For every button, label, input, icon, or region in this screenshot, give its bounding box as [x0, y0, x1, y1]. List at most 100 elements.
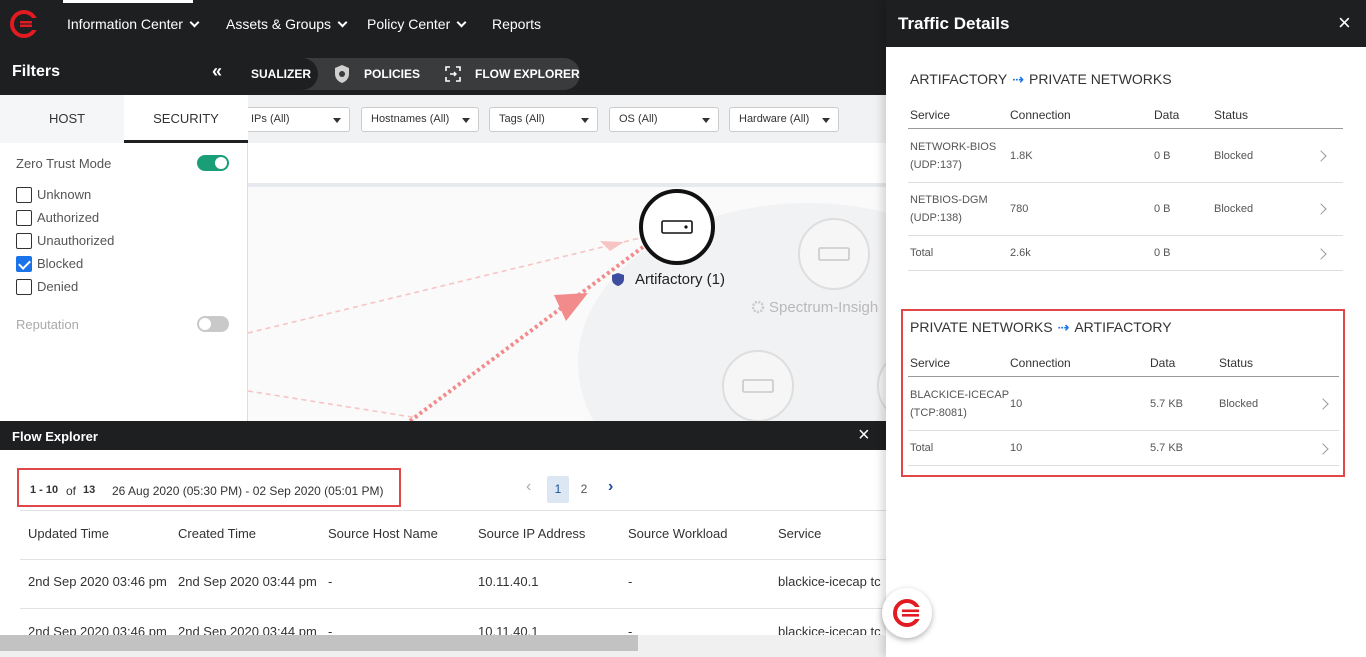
- checkbox-box[interactable]: [16, 279, 32, 295]
- col-service: Service: [910, 108, 951, 122]
- caret-down-icon: [333, 118, 341, 123]
- caret-down-icon: [462, 118, 470, 123]
- col-updated-time[interactable]: Updated Time: [28, 526, 109, 541]
- dropdown-label: Hostnames (All): [371, 113, 450, 125]
- tab-host[interactable]: HOST: [5, 95, 129, 143]
- checkbox-label: Unknown: [37, 187, 92, 202]
- collapse-icon[interactable]: «: [212, 61, 222, 82]
- scrollbar-thumb[interactable]: [0, 635, 638, 651]
- hardware-dropdown[interactable]: Hardware (All): [729, 107, 839, 132]
- status: Blocked: [1214, 150, 1254, 162]
- checkbox-box[interactable]: [16, 210, 32, 226]
- flow-icon: [445, 66, 461, 82]
- col-source-ip-address[interactable]: Source IP Address: [478, 526, 585, 541]
- col-source-host-name[interactable]: Source Host Name: [328, 526, 438, 541]
- status: Blocked: [1214, 203, 1254, 215]
- chevron-down-icon: [456, 17, 467, 28]
- hostnames-dropdown[interactable]: Hostnames (All): [361, 107, 479, 132]
- cell-created-time: 2nd Sep 2020 03:44 pm: [178, 574, 317, 589]
- zero-trust-label: Zero Trust Mode: [16, 156, 112, 171]
- page-2-button[interactable]: 2: [573, 476, 595, 503]
- nav-label: Policy Center: [367, 16, 451, 32]
- nav-label: Information Center: [67, 16, 183, 32]
- top-nav: Information Center Assets & Groups Polic…: [0, 0, 886, 47]
- tab-security[interactable]: SECURITY: [124, 95, 248, 143]
- chevron-down-icon: [189, 17, 200, 28]
- checkbox-box[interactable]: [16, 187, 32, 203]
- zero-trust-toggle[interactable]: [197, 155, 229, 171]
- filters-title: Filters: [12, 63, 61, 80]
- service-port: (UDP:137): [910, 159, 962, 171]
- total-label: Total: [910, 442, 934, 454]
- connection-count: 780: [1010, 203, 1029, 215]
- app-logo-icon[interactable]: [10, 10, 38, 38]
- header-divider: [908, 128, 1343, 129]
- os-dropdown[interactable]: OS (All): [609, 107, 719, 132]
- source-name: ARTIFACTORY: [910, 71, 1008, 87]
- dropdown-label: Tags (All): [499, 113, 545, 125]
- tab-visualizer[interactable]: SUALIZER: [251, 58, 311, 90]
- support-fab[interactable]: [882, 588, 932, 638]
- table-divider: [20, 559, 886, 560]
- total-data: 0 B: [1154, 247, 1171, 259]
- filter-tabs: HOST SECURITY: [0, 95, 248, 143]
- cell-source-host: -: [328, 574, 333, 589]
- next-page-icon[interactable]: ›: [608, 478, 613, 496]
- nav-assets-groups[interactable]: Assets & Groups: [226, 0, 348, 47]
- range-of: of: [66, 484, 77, 498]
- chevron-down-icon: [337, 17, 348, 28]
- status: Blocked: [1219, 398, 1259, 410]
- caret-down-icon: [822, 118, 830, 123]
- data-size: 0 B: [1154, 150, 1171, 162]
- traffic-details-title: Traffic Details: [898, 14, 1010, 33]
- app-logo-icon: [893, 599, 921, 627]
- nav-reports[interactable]: Reports: [492, 0, 541, 47]
- dropdown-label: Hardware (All): [739, 113, 810, 125]
- service-name: BLACKICE-ICECAP: [910, 389, 1010, 401]
- page-1-button[interactable]: 1: [547, 476, 569, 503]
- service-port: (TCP:8081): [910, 407, 967, 419]
- checkbox-box[interactable]: [16, 233, 32, 249]
- cell-source-ip: 10.11.40.1: [478, 574, 539, 589]
- filters-panel: HOST SECURITY Zero Trust Mode Unknown Au…: [0, 95, 248, 421]
- col-status: Status: [1214, 108, 1249, 122]
- service-name: NETWORK-BIOS: [910, 141, 997, 153]
- row-divider: [908, 465, 1339, 466]
- tab-policies[interactable]: POLICIES: [364, 58, 420, 90]
- col-created-time[interactable]: Created Time: [178, 526, 256, 541]
- network-map[interactable]: Artifactory (1) Spectrum-Insigh: [248, 143, 886, 421]
- table-divider: [20, 510, 886, 511]
- node-label-artifactory[interactable]: Artifactory (1): [635, 271, 725, 288]
- prev-page-icon[interactable]: ‹: [526, 478, 531, 496]
- destination-name: ARTIFACTORY: [1074, 319, 1172, 335]
- flow-explorer-title: Flow Explorer: [12, 429, 98, 444]
- tab-flow-explorer[interactable]: FLOW EXPLORER: [475, 58, 580, 90]
- nav-information-center[interactable]: Information Center: [67, 0, 200, 47]
- nav-label: Reports: [492, 16, 542, 32]
- checkbox-box[interactable]: [16, 256, 32, 272]
- arrow-right-icon: ⇢: [1012, 71, 1024, 87]
- node-label-spectrum-insight[interactable]: Spectrum-Insigh: [769, 299, 878, 316]
- tags-dropdown[interactable]: Tags (All): [489, 107, 598, 132]
- close-icon[interactable]: ×: [858, 424, 870, 447]
- close-icon[interactable]: ×: [1338, 10, 1351, 36]
- source-name: PRIVATE NETWORKS: [910, 319, 1053, 335]
- total-connection: 2.6k: [1010, 247, 1031, 259]
- filters-header: Filters «: [0, 47, 248, 95]
- col-source-workload[interactable]: Source Workload: [628, 526, 727, 541]
- col-service[interactable]: Service: [778, 526, 821, 541]
- service-name: NETBIOS-DGM: [910, 194, 988, 206]
- cell-source-workload: -: [628, 574, 633, 589]
- checkbox-label: Unauthorized: [37, 233, 115, 248]
- nav-policy-center[interactable]: Policy Center: [367, 0, 467, 47]
- checkbox-label: Denied: [37, 279, 79, 294]
- nav-label: Assets & Groups: [226, 16, 332, 32]
- col-status: Status: [1219, 356, 1254, 370]
- cell-updated-time: 2nd Sep 2020 03:46 pm: [28, 574, 167, 589]
- caret-down-icon: [581, 118, 589, 123]
- col-service: Service: [910, 356, 951, 370]
- dropdown-label: OS (All): [619, 113, 658, 125]
- traffic-details-header: Traffic Details ×: [886, 0, 1366, 47]
- reputation-toggle[interactable]: [197, 316, 229, 332]
- ips-dropdown[interactable]: IPs (All): [242, 107, 350, 132]
